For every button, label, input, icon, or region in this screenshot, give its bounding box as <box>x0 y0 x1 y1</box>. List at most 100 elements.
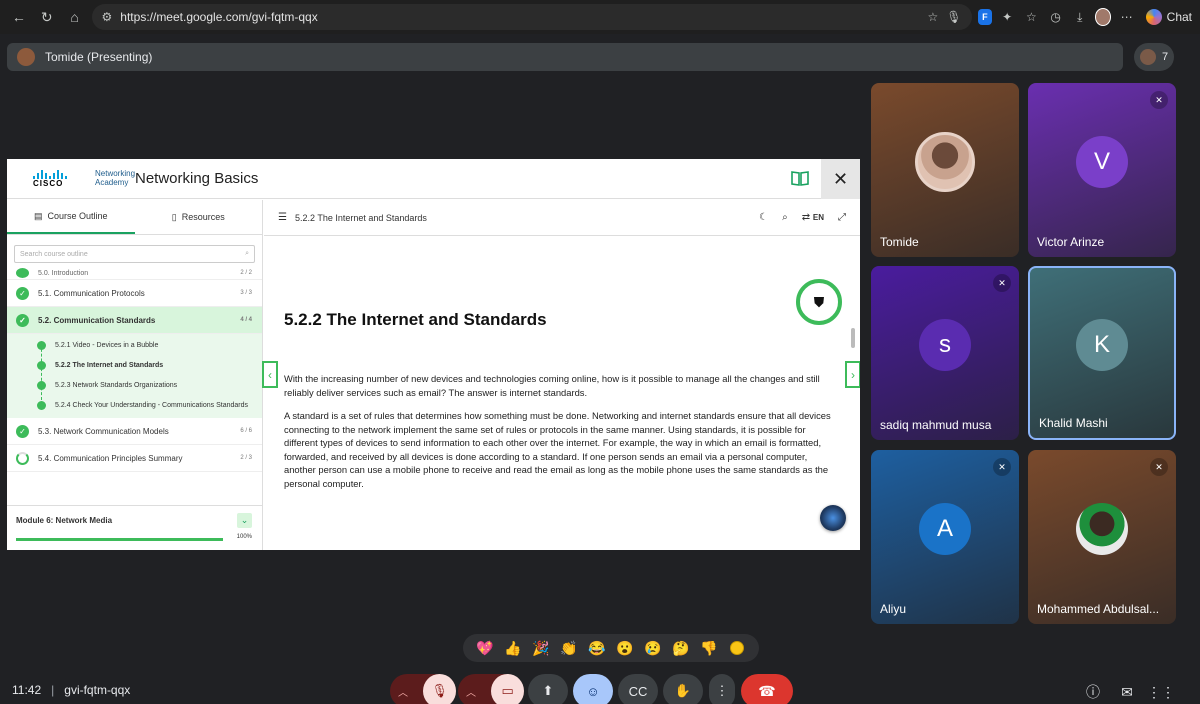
check-icon: ✓ <box>16 286 29 300</box>
check-icon <box>16 268 29 278</box>
hand-icon: ✋ <box>674 683 692 698</box>
favorites-icon[interactable]: ☆ <box>1022 7 1040 27</box>
meeting-details-icon[interactable]: ⓘ <box>1082 681 1104 703</box>
outline-search-input[interactable]: Search course outline ⌕ <box>14 245 255 263</box>
history-icon[interactable]: ◷ <box>1047 7 1065 27</box>
list-item[interactable]: 5.4. Communication Principles Summary 2 … <box>7 445 262 472</box>
more-menu-icon[interactable]: ⋯ <box>1117 7 1135 27</box>
clock: 11:42 <box>12 683 42 697</box>
mic-muted-icon: ✕ <box>1150 91 1168 109</box>
downloads-icon[interactable]: ⤓ <box>1071 7 1089 27</box>
home-icon[interactable]: ⌂ <box>64 5 86 29</box>
reaction-laugh[interactable]: 😂 <box>586 637 608 659</box>
participant-tile[interactable]: ✕ A Aliyu <box>871 450 1019 624</box>
search-icon[interactable]: ⌕ <box>782 212 788 223</box>
tab-resources[interactable]: ▯ Resources <box>135 200 263 234</box>
shared-screen: CISCO Networking Academy Networking Basi… <box>7 159 860 550</box>
sub-item-current[interactable]: 5.2.2 The Internet and Standards <box>7 356 262 376</box>
document-icon: ▯ <box>171 211 177 222</box>
back-icon[interactable]: ← <box>8 5 30 29</box>
url-text: https://meet.google.com/gvi-fqtm-qqx <box>120 10 318 24</box>
participant-tile[interactable]: ✕ Mohammed Abdulsal... <box>1028 450 1176 624</box>
people-avatar <box>1139 49 1156 65</box>
course-sidebar: ▤ Course Outline ▯ Resources Search cour… <box>7 200 263 550</box>
item-count: 2 / 2 <box>240 270 252 276</box>
close-icon[interactable]: ✕ <box>821 159 860 199</box>
reaction-thumbs-down[interactable]: 👎 <box>698 637 720 659</box>
end-call-button[interactable]: ☎ <box>741 674 793 704</box>
fullscreen-icon[interactable]: ⤢ <box>838 212 846 223</box>
skin-tone-picker[interactable] <box>726 637 748 659</box>
bookmark-star-icon[interactable]: ☆ <box>928 10 939 24</box>
chevron-down-icon[interactable]: ⌄ <box>237 513 252 528</box>
chevron-up-icon[interactable]: ︿ <box>398 684 417 699</box>
item-count: 2 / 3 <box>240 455 252 461</box>
activities-grid-icon[interactable]: ⋮⋮ <box>1147 681 1175 703</box>
captions-button[interactable]: CC <box>618 674 658 704</box>
module-row[interactable]: Module 6: Network Media ⌄ 100% <box>7 505 262 550</box>
reaction-clap[interactable]: 👏 <box>558 637 580 659</box>
chat-icon[interactable]: ✉ <box>1116 681 1138 703</box>
microphone-icon[interactable]: 🎙 <box>946 10 961 24</box>
site-info-icon[interactable]: ⚙ <box>102 10 113 24</box>
shield-icon[interactable]: ⛊ <box>796 279 842 325</box>
participant-tile-speaking[interactable]: K Khalid Mashi <box>1028 266 1176 440</box>
reload-icon[interactable]: ↻ <box>36 5 58 29</box>
reaction-party[interactable]: 🎉 <box>530 637 552 659</box>
reaction-thinking[interactable]: 🤔 <box>670 637 692 659</box>
avatar: s <box>919 319 971 371</box>
more-options-button[interactable]: ⋮ <box>709 674 735 704</box>
reaction-sad[interactable]: 😢 <box>642 637 664 659</box>
cisco-logo: CISCO <box>33 169 93 188</box>
participant-tile[interactable]: ✕ s sadiq mahmud musa <box>871 266 1019 440</box>
reactions-button[interactable]: ☺ <box>573 674 613 704</box>
progress-ring-icon <box>16 451 29 465</box>
captions-icon: CC <box>628 683 648 699</box>
list-item[interactable]: ✓ 5.1. Communication Protocols 3 / 3 <box>7 280 262 307</box>
chevron-up-icon[interactable]: ︿ <box>466 684 485 699</box>
extension-icon[interactable]: F <box>977 9 993 25</box>
avatar: K <box>1076 319 1128 371</box>
item-label: 5.1. Communication Protocols <box>38 288 145 298</box>
presenter-bar[interactable]: Tomide (Presenting) <box>7 43 1123 71</box>
mic-off-icon[interactable]: 🎙 <box>423 674 456 704</box>
book-icon[interactable] <box>787 165 813 191</box>
camera-off-icon[interactable]: ▭ <box>491 674 524 704</box>
presenter-label: Tomide (Presenting) <box>45 50 153 64</box>
sub-item[interactable]: 5.2.3 Network Standards Organizations <box>7 376 262 396</box>
reaction-thumbs-up[interactable]: 👍 <box>502 637 524 659</box>
sub-item-label: 5.2.2 The Internet and Standards <box>55 362 164 369</box>
assistant-icon[interactable] <box>820 505 846 531</box>
language-label: EN <box>812 213 824 222</box>
puzzle-extensions-icon[interactable]: ✦ <box>998 7 1016 27</box>
list-item[interactable]: ✓ 5.3. Network Communication Models 6 / … <box>7 418 262 445</box>
dark-mode-icon[interactable]: ☾ <box>759 212 768 223</box>
reaction-heart[interactable]: 💖 <box>474 637 496 659</box>
course-header: CISCO Networking Academy Networking Basi… <box>7 159 860 199</box>
translate-icon[interactable]: ⇄ EN <box>802 212 824 223</box>
microphone-control: ︿ 🎙 <box>390 674 456 704</box>
sub-item[interactable]: 5.2.4 Check Your Understanding - Communi… <box>7 396 262 416</box>
list-item[interactable]: 5.0. Introduction 2 / 2 <box>7 267 262 280</box>
check-icon <box>37 401 46 410</box>
raise-hand-button[interactable]: ✋ <box>663 674 703 704</box>
sub-item[interactable]: 5.2.1 Video - Devices in a Bubble <box>7 336 262 356</box>
present-button[interactable]: ⬆ <box>528 674 568 704</box>
tab-course-outline[interactable]: ▤ Course Outline <box>7 200 135 234</box>
reaction-surprised[interactable]: 😮 <box>614 637 636 659</box>
avatar <box>1076 503 1128 555</box>
participant-tile[interactable]: ✕ V Victor Arinze <box>1028 83 1176 257</box>
sub-item-label: 5.2.3 Network Standards Organizations <box>55 382 178 389</box>
participant-tile[interactable]: Tomide <box>871 83 1019 257</box>
profile-avatar[interactable] <box>1094 8 1112 26</box>
previous-page-button[interactable]: ‹ <box>262 361 278 388</box>
sub-item-label: 5.2.1 Video - Devices in a Bubble <box>55 342 159 349</box>
search-icon: ⌕ <box>245 250 249 257</box>
collapse-menu-icon[interactable]: ☰ <box>278 212 287 223</box>
people-button[interactable]: 7 <box>1134 43 1174 71</box>
scrollbar[interactable] <box>851 328 855 348</box>
next-page-button[interactable]: › <box>845 361 860 388</box>
address-bar[interactable]: ⚙ https://meet.google.com/gvi-fqtm-qqx ☆… <box>91 4 972 30</box>
chat-button[interactable]: Chat <box>1145 9 1192 25</box>
list-item[interactable]: ✓ 5.2. Communication Standards 4 / 4 <box>7 307 262 334</box>
